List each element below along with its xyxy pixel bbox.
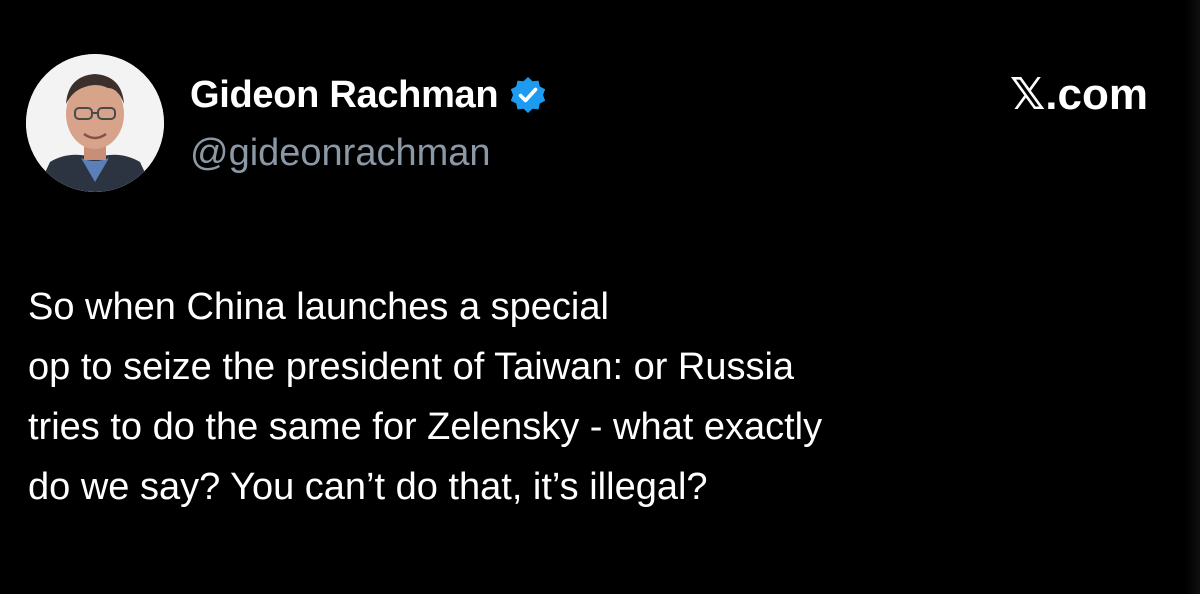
tweet-card: Gideon Rachman @gideonrachman 𝕏.com So w… — [0, 0, 1200, 594]
tweet-text-line: tries to do the same for Zelensky - what… — [28, 406, 823, 448]
tweet-text: So when China launches a special op to s… — [28, 277, 1168, 517]
verified-badge-icon — [508, 75, 548, 115]
tweet-text-line: op to seize the president of Taiwan: or … — [28, 346, 795, 388]
name-row: Gideon Rachman — [190, 70, 548, 120]
tweet-text-line: So when China launches a special — [28, 286, 609, 328]
author-info: Gideon Rachman @gideonrachman — [190, 70, 548, 178]
x-com-logo: 𝕏.com — [1009, 70, 1148, 119]
screen-edge — [1186, 0, 1200, 594]
user-handle[interactable]: @gideonrachman — [190, 128, 548, 178]
display-name[interactable]: Gideon Rachman — [190, 70, 499, 120]
tweet-text-line: do we say? You can’t do that, it’s illeg… — [28, 466, 708, 508]
profile-photo — [26, 54, 164, 192]
avatar[interactable] — [26, 54, 164, 192]
